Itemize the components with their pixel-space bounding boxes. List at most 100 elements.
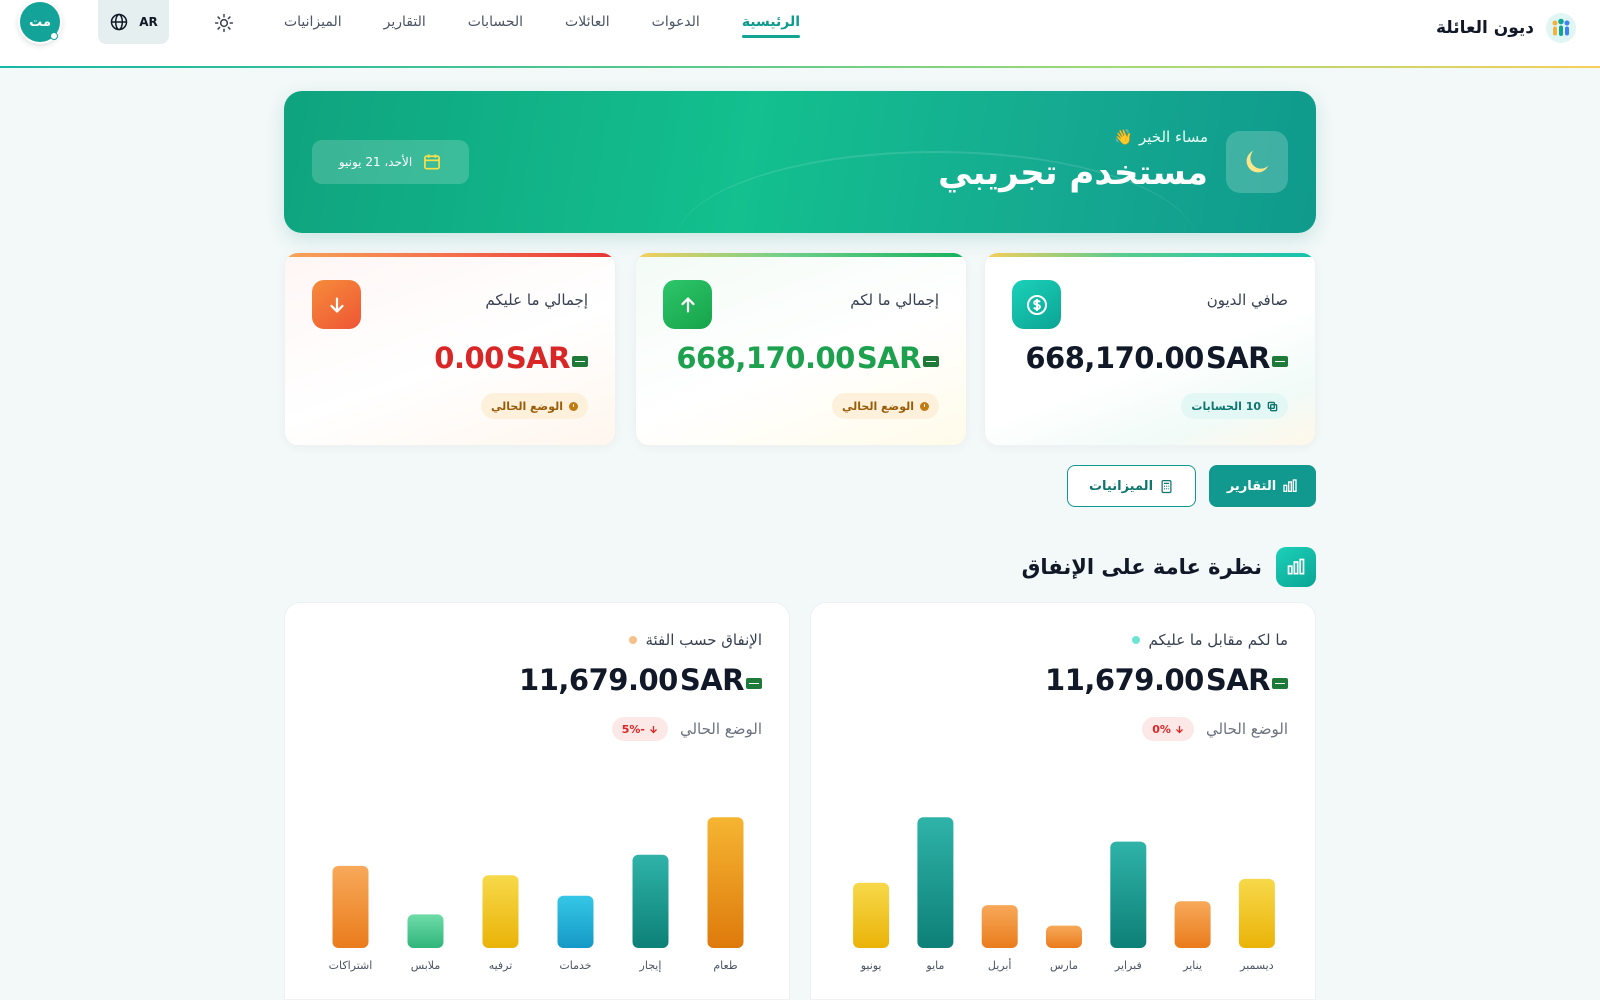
family-icon [1546,13,1576,43]
status-label: الوضع الحالي [1205,720,1288,738]
chart-total: 11,679.00 SAR [1045,663,1288,697]
chart-bar[interactable] [632,854,669,948]
amount-value: 11,679.00 [1045,663,1204,697]
chart-title-text: ما لكم مقابل ما عليكم [1148,631,1288,649]
total-owed-by-you-card: إجمالي ما عليكم 0.00 SAR الوضع الحالي [284,252,616,446]
card-accent-line [636,253,966,257]
amount-value: 11,679.00 [519,663,678,697]
stat-amount: 668,170.00 SAR [676,341,939,375]
chart-bar[interactable] [1238,878,1275,948]
amount-value: 668,170.00 [1025,341,1204,375]
user-name: مستخدم تجريبي [938,153,1208,193]
bar-chart-icon [1283,479,1297,492]
chart-title-text: الإنفاق حسب الفئة [645,631,762,649]
status-text: الوضع الحالي [842,399,914,413]
saudi-flag-icon [1272,677,1288,689]
chart-bar[interactable] [981,905,1018,948]
chart-bar[interactable] [1110,841,1147,948]
x-axis-tick-label: أبريل [988,958,1012,972]
nav-item-accounts[interactable]: الحسابات [468,14,523,38]
nav-item-invitations[interactable]: الدعوات [652,14,700,38]
monthly-bar-chart: ديسمبر يناير فبراير مارس أبريل مايو يونيو [853,817,1275,972]
chart-status: الوضع الحالي -5% [611,717,762,741]
online-status-dot [50,32,58,40]
globe-icon [110,13,128,31]
arrow-down-icon [312,280,361,329]
status-text: الوضع الحالي [491,399,563,413]
avatar-initials: مت [29,14,51,30]
trend-value: 0% [1152,722,1171,736]
dollar-icon [1012,280,1061,329]
arrow-up-icon [663,280,712,329]
clock-icon [569,401,578,411]
balance-chart-card: ما لكم مقابل ما عليكم 11,679.00 SAR الوض… [810,602,1316,1000]
arrow-down-icon [1176,725,1183,733]
brand[interactable]: ديون العائلة [1436,12,1576,44]
nav-item-budgets[interactable]: الميزانيات [284,14,342,38]
saudi-flag-icon [1272,355,1288,367]
sun-icon[interactable] [211,10,237,36]
trend-value: -5% [621,722,645,736]
waving-hand-icon: 👋 [1114,128,1133,146]
stat-label: صافي الديون [1206,291,1288,309]
chart-bar[interactable] [853,882,890,948]
category-chart-card: الإنفاق حسب الفئة 11,679.00 SAR الوضع ال… [284,602,790,1000]
stat-amount: 668,170.00 SAR [1025,341,1288,375]
saudi-flag-icon [746,677,762,689]
nav-item-home[interactable]: الرئيسية [741,14,801,38]
chart-bar[interactable] [917,817,954,948]
x-axis-tick-label: مايو [925,959,944,972]
greeting-text: مساء الخير [1138,128,1208,146]
x-axis-tick-label: خدمات [559,959,591,972]
category-bar-chart: طعام إيجار خدمات ترفيه ملابس اشتراكات [329,817,744,972]
x-axis-tick-label: مارس [1050,959,1078,972]
app-name: ديون العائلة [1435,18,1534,38]
trend-badge: 0% [1142,717,1194,741]
bar-chart-icon [1276,547,1316,587]
stat-label: إجمالي ما عليكم [485,291,588,309]
stat-label: إجمالي ما لكم [850,291,939,309]
legend-dot [629,636,638,644]
currency-code: SAR [679,663,745,697]
top-navigation-bar: ديون العائلة الرئيسية الدعوات العائلات ا… [0,0,1600,68]
x-axis-tick-label: ملابس [411,959,441,972]
accounts-count-badge[interactable]: 10 الحسابات [1181,393,1288,419]
card-accent-line [985,253,1315,257]
legend-dot [1132,636,1141,644]
welcome-banner: مساء الخير 👋 مستخدم تجريبي الأحد، 21 يون… [284,91,1316,233]
budgets-button[interactable]: الميزانيات [1067,465,1196,507]
x-axis-tick-label: يناير [1182,959,1202,972]
x-axis-tick-label: يونيو [860,959,882,972]
status-badge: الوضع الحالي [832,393,939,419]
status-badge: الوضع الحالي [481,393,588,419]
status-label: الوضع الحالي [679,720,762,738]
chart-bar[interactable] [482,875,519,948]
nav-item-reports[interactable]: التقارير [384,14,426,38]
chart-bar[interactable] [707,817,744,948]
amount-value: 0.00 [434,341,504,375]
stat-amount: 0.00 SAR [434,341,588,375]
total-owed-to-you-card: إجمالي ما لكم 668,170.00 SAR الوضع الحال… [635,252,967,446]
chart-bar[interactable] [332,865,369,948]
x-axis-tick-label: إيجار [639,959,662,972]
accounts-count: 10 الحسابات [1191,399,1261,413]
x-axis-tick-label: ترفيه [489,959,513,972]
chart-bar[interactable] [1174,901,1211,948]
reports-button[interactable]: التقارير [1209,465,1316,507]
spending-overview-heading: نظرة عامة على الإنفاق [1022,547,1316,587]
saudi-flag-icon [923,355,939,367]
language-switcher[interactable]: AR [98,0,169,44]
currency-code: SAR [505,341,571,375]
x-axis-tick-label: ديسمبر [1239,959,1274,972]
trend-badge: -5% [611,717,668,741]
amount-value: 668,170.00 [676,341,855,375]
x-axis-tick-label: فبراير [1114,959,1142,972]
chart-bar[interactable] [1046,925,1082,948]
nav-item-families[interactable]: العائلات [565,14,610,38]
chart-bar[interactable] [557,895,594,948]
moon-icon [1226,131,1288,193]
avatar[interactable]: مت [18,0,62,44]
chart-bar[interactable] [407,914,444,948]
arrow-down-icon [650,725,657,733]
chart-total: 11,679.00 SAR [519,663,762,697]
